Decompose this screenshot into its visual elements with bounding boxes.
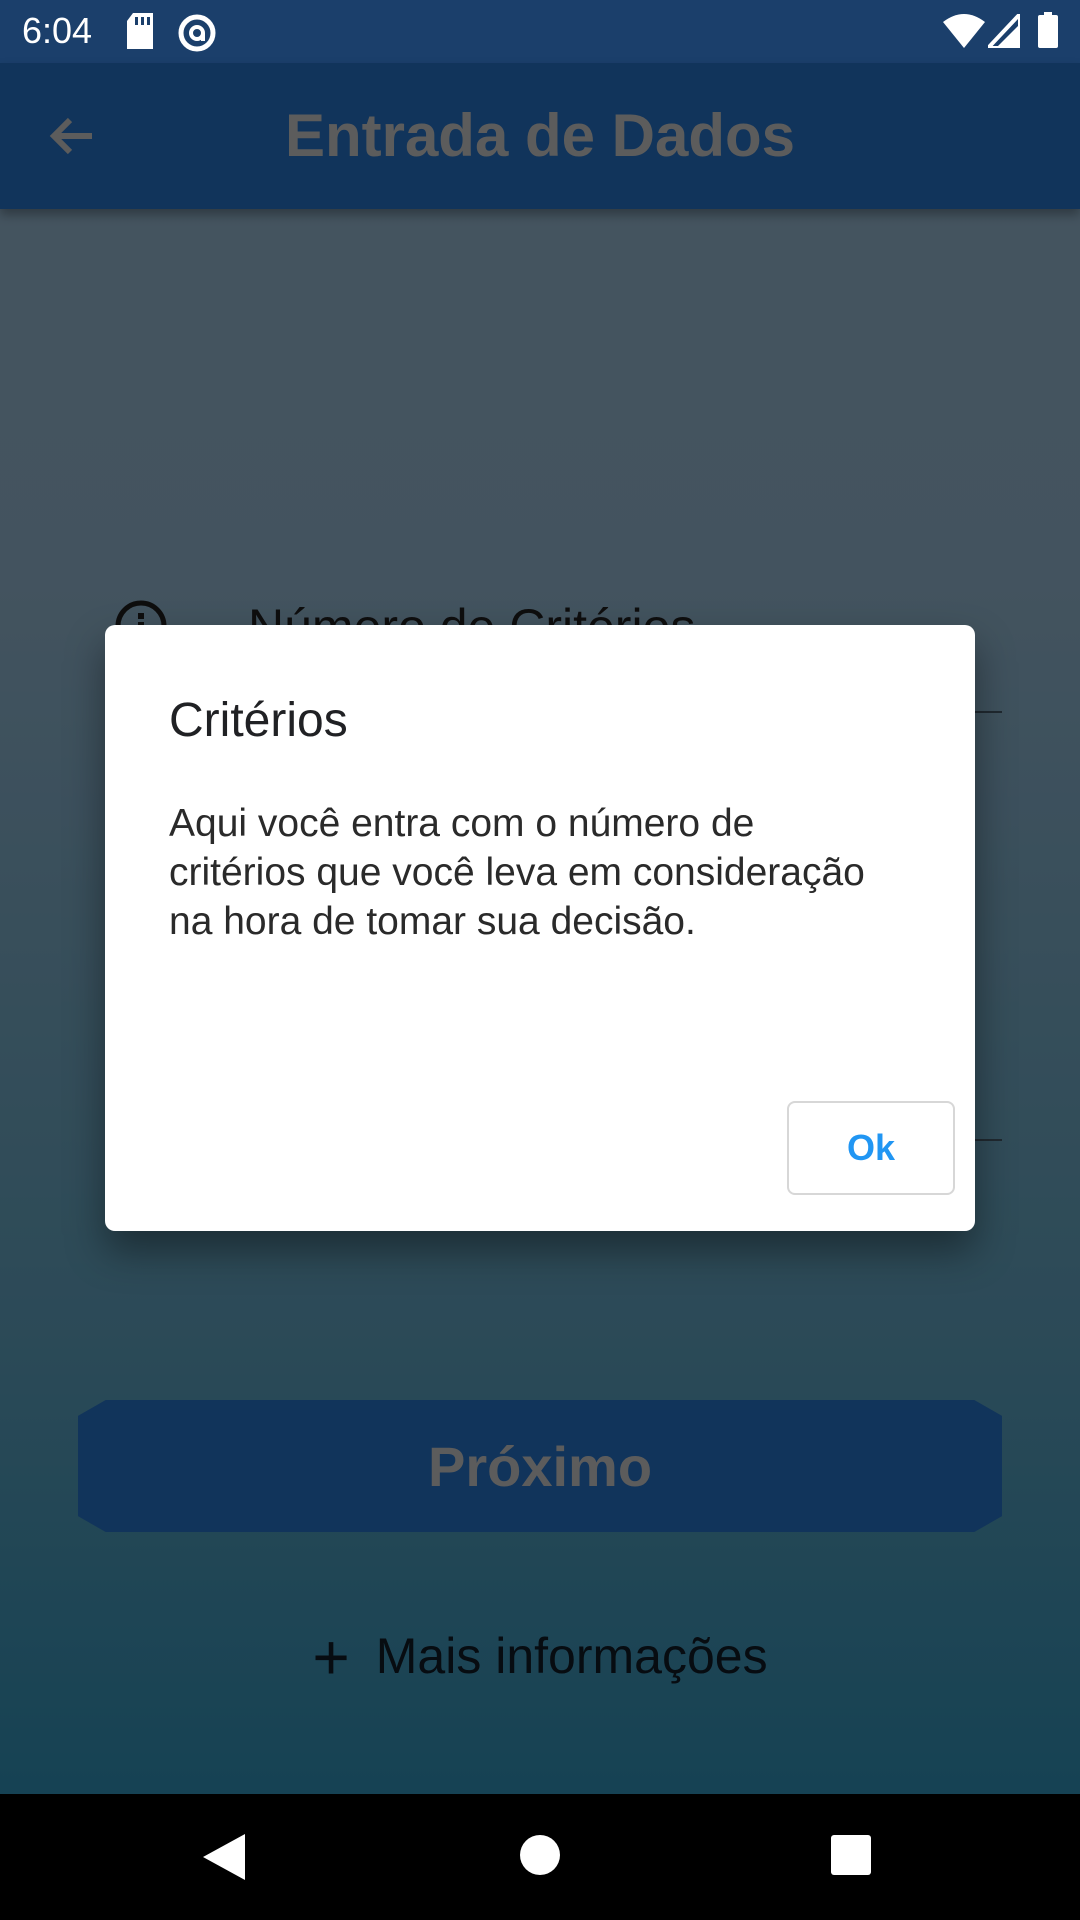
status-time: 6:04 bbox=[22, 10, 93, 51]
home-circle-icon[interactable] bbox=[519, 1834, 561, 1881]
ok-button[interactable]: Ok bbox=[787, 1101, 955, 1195]
dialog-body: Aqui você entra com o número de critério… bbox=[169, 802, 865, 943]
battery-icon bbox=[1038, 12, 1058, 53]
criteria-dialog: Critérios Aqui você entra com o número d… bbox=[105, 625, 975, 1231]
status-bar: 6:04 bbox=[0, 0, 1080, 63]
signal-icon bbox=[983, 8, 1022, 53]
recents-square-icon[interactable] bbox=[831, 1835, 871, 1880]
back-triangle-icon[interactable] bbox=[203, 1834, 245, 1885]
at-sign-icon bbox=[177, 13, 217, 58]
screen: 6:04 Entrada de Dados Número de Critério… bbox=[0, 0, 1080, 1920]
dialog-title: Critérios bbox=[169, 694, 348, 747]
sd-card-icon bbox=[125, 13, 155, 54]
navigation-bar bbox=[0, 1794, 1080, 1920]
wifi-icon bbox=[943, 14, 985, 53]
